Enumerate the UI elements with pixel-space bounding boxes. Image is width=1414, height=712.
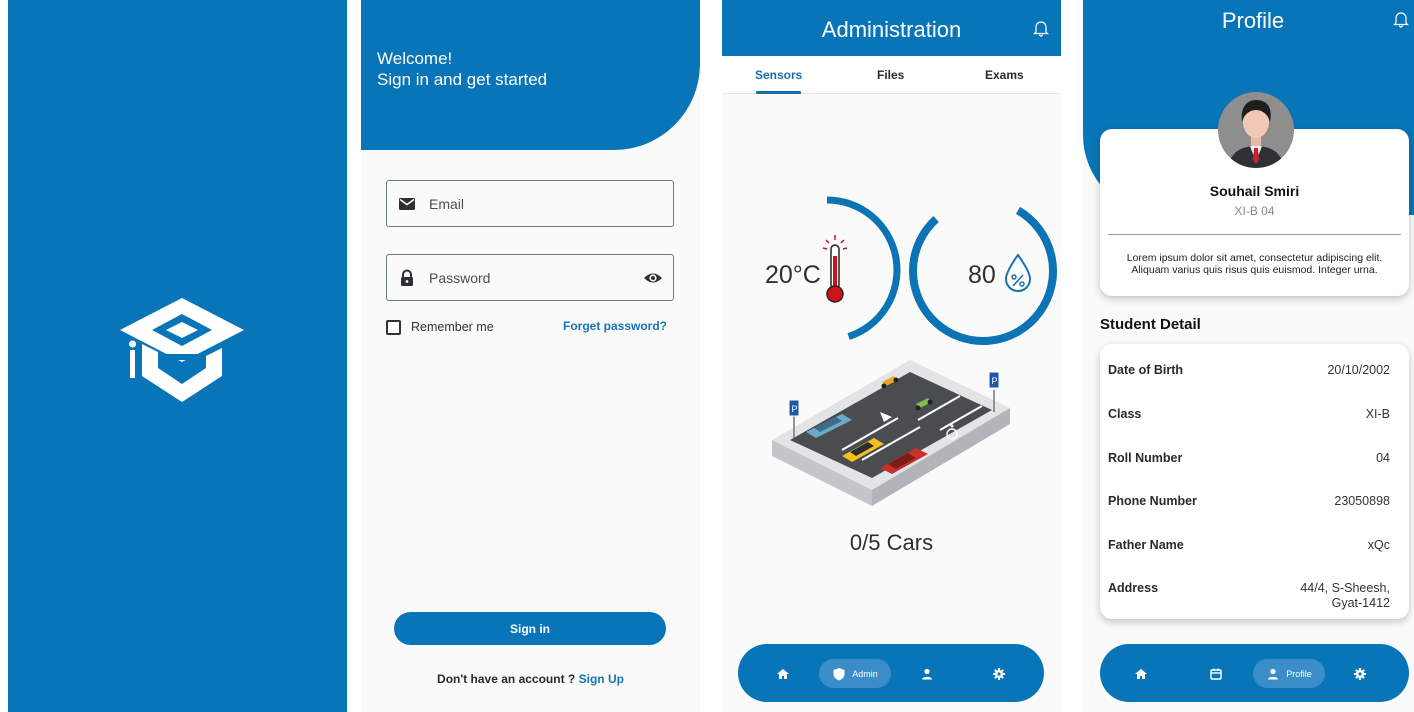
calendar-icon [1210,668,1222,680]
splash-screen [8,0,347,712]
student-class: XI-B 04 [1234,204,1275,218]
nav-profile-label: Profile [1286,668,1312,679]
humidity-value: 80 [968,261,996,289]
detail-value: 04 [1376,451,1390,465]
person-icon [1268,668,1279,679]
nav-profile[interactable]: Profile [1253,659,1325,688]
profile-bottom-nav: Profile [1100,644,1409,702]
bell-icon[interactable] [1393,10,1409,28]
tab-sensors[interactable]: Sensors [755,68,802,82]
avatar[interactable] [1218,92,1294,168]
envelope-icon [399,198,415,210]
email-field[interactable] [386,180,674,227]
admin-title: Administration [821,17,962,42]
detail-value: 44/4, S-Sheesh, Gyat-1412 [1300,581,1390,610]
detail-label: Phone Number [1108,494,1197,508]
nav-admin[interactable]: Admin [819,659,891,688]
person-icon [922,668,932,679]
remember-checkbox[interactable] [386,319,401,335]
profile-divider [1108,234,1401,235]
svg-text:P: P [792,404,798,414]
admin-tabs: Sensors Files Exams [722,56,1061,94]
active-tab-indicator [756,91,801,94]
welcome-text: Welcome! Sign in and get started [377,48,547,90]
home-icon [777,668,789,679]
detail-label: Date of Birth [1108,363,1183,377]
login-header: Welcome! Sign in and get started [361,0,700,150]
sign-up-link[interactable]: Sign Up [579,672,624,686]
no-account-text: Don't have an account ? [437,672,576,686]
detail-value: XI-B [1365,407,1390,421]
bell-icon[interactable] [1033,19,1049,37]
login-screen: Welcome! Sign in and get started Email R… [361,0,700,712]
parking-lot-illustration: P P [772,360,1010,506]
password-input[interactable] [429,255,629,300]
nav-home[interactable] [768,659,798,688]
password-field[interactable] [386,254,674,301]
humidity-drop-icon [1004,253,1032,292]
student-detail-card: Date of Birth 20/10/2002 Class XI-B Roll… [1100,344,1409,619]
forgot-password-link[interactable]: Forget password? [563,319,667,333]
nav-users[interactable] [912,659,942,688]
welcome-title: Welcome! [377,49,453,68]
admin-app-bar: Administration [722,0,1061,56]
signup-prompt: Don't have an account ? Sign Up [361,672,700,686]
student-bio: Lorem ipsum dolor sit amet, consectetur … [1126,252,1383,276]
detail-label: Roll Number [1108,451,1183,465]
nav-settings[interactable] [1345,659,1375,688]
avatar-person-icon [1218,92,1294,168]
app-screens-showcase: Welcome! Sign in and get started Email R… [0,0,1414,712]
welcome-subtitle: Sign in and get started [377,70,548,89]
tab-exams[interactable]: Exams [985,68,1024,82]
nav-admin-label: Admin [852,668,878,679]
thermometer-icon [822,235,848,303]
detail-value: xQc [1367,538,1390,552]
temperature-value: 20°C [765,261,821,289]
gear-icon [1354,667,1366,680]
student-name: Souhail Smiri [1209,183,1300,199]
graduation-cap-logo-icon [120,298,244,402]
sign-in-button[interactable]: Sign in [394,612,666,645]
detail-label: Address [1108,581,1159,595]
cars-count: 0/5 Cars [849,530,934,555]
nav-calendar[interactable] [1201,659,1231,688]
home-icon [1135,668,1147,679]
nav-home[interactable] [1126,659,1156,688]
detail-label: Father Name [1108,538,1184,552]
detail-label: Class [1108,407,1142,421]
lock-icon [401,269,413,286]
remember-me[interactable]: Remember me [386,318,494,336]
admin-screen: Administration Sensors Files Exams 20°C [722,0,1061,712]
tab-files[interactable]: Files [877,68,904,82]
profile-screen: Profile Souhail Smiri XI-B 04 Lorem ipsu… [1083,0,1414,712]
nav-settings[interactable] [984,659,1014,688]
svg-text:P: P [992,376,998,386]
email-input[interactable] [429,181,629,226]
shield-icon [833,667,845,680]
profile-title: Profile [1221,8,1285,33]
admin-bottom-nav: Admin [738,644,1044,702]
detail-value: 23050898 [1334,494,1390,508]
student-detail-title: Student Detail [1100,316,1201,333]
detail-value: 20/10/2002 [1327,363,1390,377]
gear-icon [993,667,1005,680]
remember-label: Remember me [411,320,494,334]
eye-icon[interactable] [643,270,663,286]
